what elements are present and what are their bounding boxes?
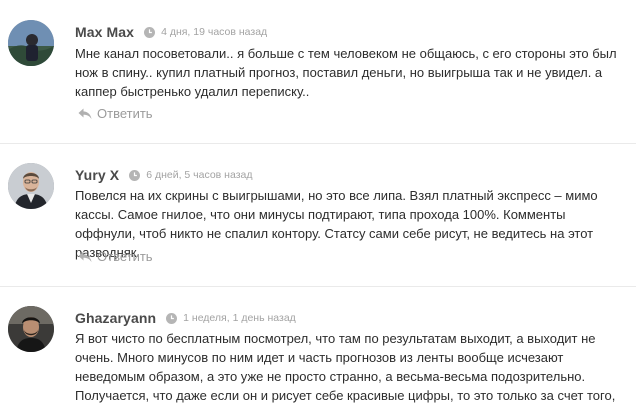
comment-meta: Ghazaryann 1 неделя, 1 день назад (75, 308, 296, 328)
comment-time[interactable]: 1 неделя, 1 день назад (183, 312, 296, 324)
comments-list: Max Max 4 дня, 19 часов назад Мне канал … (0, 0, 636, 409)
reply-arrow-icon (78, 251, 92, 263)
reply-arrow-icon (78, 108, 92, 120)
reply-label: Ответить (97, 249, 153, 264)
comment-divider (0, 143, 636, 144)
comment-text: Мне канал посоветовали.. я больше с тем … (75, 46, 617, 99)
avatar-photo-icon (8, 306, 54, 352)
avatar[interactable] (8, 163, 54, 209)
avatar-photo-icon (8, 163, 54, 209)
clock-icon (166, 312, 178, 324)
reply-button[interactable]: Ответить (78, 106, 153, 121)
comment-divider (0, 286, 636, 287)
comment-meta: Yury X 6 дней, 5 часов назад (75, 165, 252, 185)
avatar[interactable] (8, 306, 54, 352)
author-name[interactable]: Ghazaryann (75, 310, 156, 326)
comment-time[interactable]: 6 дней, 5 часов назад (146, 169, 252, 181)
reply-button[interactable]: Ответить (78, 249, 153, 264)
clock-icon (129, 169, 141, 181)
avatar-photo-icon (8, 20, 54, 66)
avatar[interactable] (8, 20, 54, 66)
comment-text: Я вот чисто по бесплатным посмотрел, что… (75, 331, 616, 409)
clock-icon (144, 26, 156, 38)
author-name[interactable]: Max Max (75, 24, 134, 40)
author-name[interactable]: Yury X (75, 167, 119, 183)
reply-label: Ответить (97, 106, 153, 121)
comment-time[interactable]: 4 дня, 19 часов назад (161, 26, 267, 38)
comment-meta: Max Max 4 дня, 19 часов назад (75, 22, 267, 42)
comment-text: Повелся на их скрины с выигрышами, но эт… (75, 188, 598, 260)
